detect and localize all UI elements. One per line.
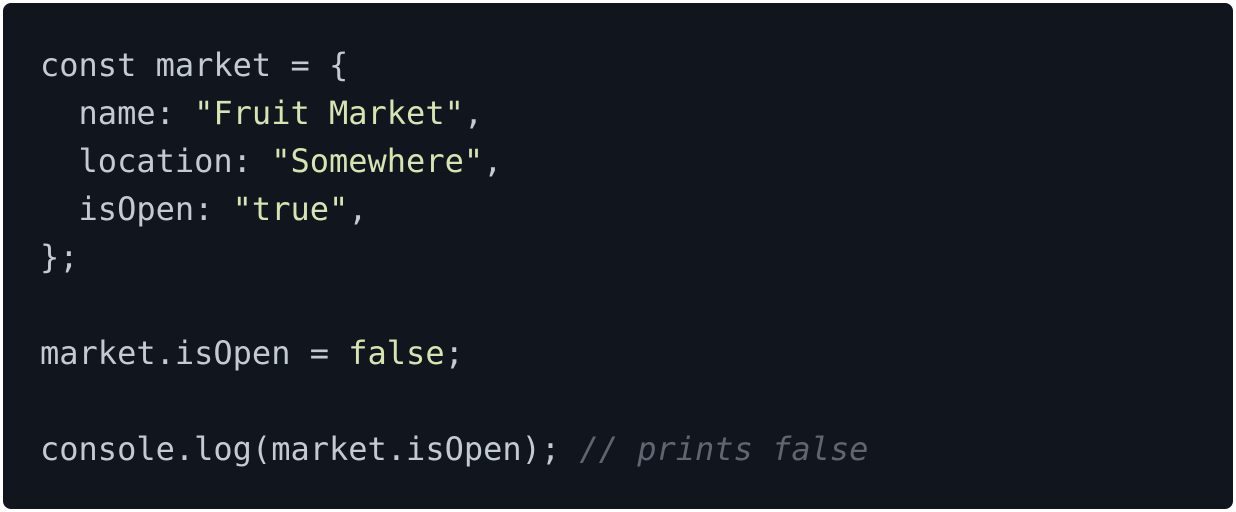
- code-line: location: "Somewhere",: [40, 137, 868, 185]
- code-content: const market = { name: "Fruit Market", l…: [40, 41, 868, 473]
- code-token: isOpen:: [40, 190, 233, 228]
- code-token: ,: [348, 190, 368, 228]
- code-token: ,: [463, 94, 484, 132]
- string-token: "Somewhere": [271, 142, 484, 180]
- code-token: };: [40, 238, 79, 276]
- code-token: const market = {: [40, 46, 349, 84]
- code-token: name:: [40, 94, 195, 132]
- code-line: console.log(market.isOpen); // prints fa…: [40, 425, 868, 473]
- code-token: location:: [40, 142, 272, 180]
- code-block: const market = { name: "Fruit Market", l…: [3, 3, 1233, 509]
- code-line: };: [40, 233, 868, 281]
- code-token: console.log(market.isOpen);: [40, 430, 580, 468]
- code-token: ;: [444, 334, 464, 372]
- string-token: "Fruit Market": [194, 94, 464, 132]
- code-line: isOpen: "true",: [40, 185, 868, 233]
- code-line: const market = {: [40, 41, 868, 89]
- code-line: name: "Fruit Market",: [40, 89, 868, 137]
- literal-token: false: [348, 334, 445, 372]
- string-token: "true": [232, 190, 349, 228]
- code-token: ,: [483, 142, 503, 180]
- code-line: market.isOpen = false;: [40, 329, 868, 377]
- code-token: market.isOpen =: [40, 334, 349, 372]
- comment-token: // prints false: [579, 430, 869, 468]
